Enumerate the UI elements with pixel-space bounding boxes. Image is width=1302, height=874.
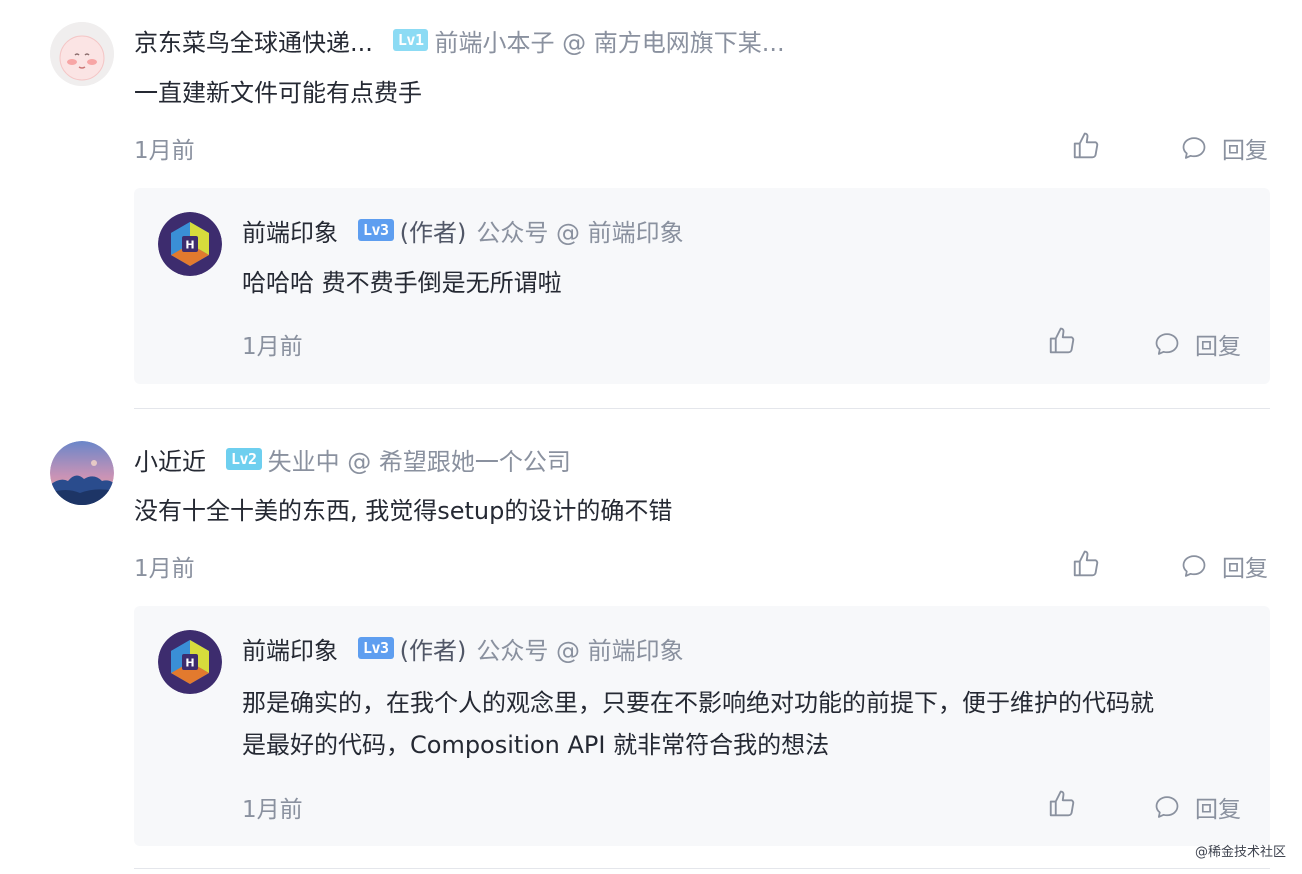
watermark: @稀金技术社区: [1194, 845, 1286, 860]
reply-label: 回复: [1195, 797, 1241, 823]
username[interactable]: 前端印象: [242, 631, 338, 666]
comment-bubble-icon: [1155, 796, 1179, 818]
hexagon-logo-icon: H: [158, 212, 222, 276]
thumbs-up-icon: [1073, 550, 1099, 577]
reply-time: 1月前: [242, 797, 303, 823]
comment-bubble-icon: [1182, 555, 1206, 577]
username[interactable]: 前端印象: [242, 213, 338, 248]
avatar[interactable]: [50, 22, 114, 86]
user-job-title: 公众号 @ 前端印象: [476, 636, 684, 665]
comment-divider: [134, 868, 1270, 869]
reply-content: 哈哈哈 费不费手倒是无所谓啦: [242, 269, 562, 297]
comment-content: 一直建新文件可能有点费手: [134, 79, 422, 107]
thumbs-up-icon: [1073, 132, 1099, 159]
like-button[interactable]: [1047, 326, 1077, 356]
thumbs-up-icon: [1049, 327, 1075, 354]
reply-item: H 前端印象 Lv3 (作者) 公众号 @ 前端印象 哈哈哈 费不费手倒是无所谓…: [134, 188, 1270, 384]
svg-text:H: H: [185, 239, 194, 252]
reply-content-line: 那是确实的，在我个人的观念里，只要在不影响绝对功能的前提下，便于维护的代码就: [242, 689, 1154, 717]
svg-text:H: H: [185, 657, 194, 670]
reply-item: H 前端印象 Lv3 (作者) 公众号 @ 前端印象 那是确实的，在我个人的观念…: [134, 606, 1270, 846]
comment-item: 小近近 Lv2 失业中 @ 希望跟她一个公司 没有十全十美的东西, 我觉得set…: [0, 418, 1302, 858]
reply-header: 前端印象 Lv3 (作者) 公众号 @ 前端印象: [242, 631, 684, 666]
reply-button[interactable]: 回复: [1180, 131, 1268, 165]
thumbs-up-icon: [1049, 790, 1075, 817]
sunset-landscape-avatar-icon: [50, 441, 114, 505]
reply-header: 前端印象 Lv3 (作者) 公众号 @ 前端印象: [242, 213, 684, 248]
reply-button[interactable]: 回复: [1153, 327, 1241, 361]
username[interactable]: 小近近: [134, 442, 206, 477]
user-job-title: 公众号 @ 前端印象: [476, 218, 684, 247]
avatar[interactable]: [50, 441, 114, 505]
reply-label: 回复: [1222, 556, 1268, 582]
reply-label: 回复: [1195, 334, 1241, 360]
comment-bubble-icon: [1182, 137, 1206, 159]
comment-content: 没有十全十美的东西, 我觉得setup的设计的确不错: [134, 497, 673, 525]
user-job-title: 失业中 @ 希望跟她一个公司: [267, 447, 571, 476]
comment-time: 1月前: [134, 556, 195, 582]
author-avatar[interactable]: H: [158, 212, 222, 276]
comment-header: 京东菜鸟全球通快递... Lv1 前端小本子 @ 南方电网旗下某...: [134, 23, 785, 58]
like-button[interactable]: [1071, 549, 1101, 579]
author-avatar[interactable]: H: [158, 630, 222, 694]
username[interactable]: 京东菜鸟全球通快递...: [134, 23, 373, 58]
user-job-title: 前端小本子 @ 南方电网旗下某...: [434, 28, 785, 57]
like-button[interactable]: [1071, 131, 1101, 161]
comment-item: 京东菜鸟全球通快递... Lv1 前端小本子 @ 南方电网旗下某... 一直建新…: [0, 0, 1302, 400]
like-button[interactable]: [1047, 789, 1077, 819]
author-tag: (作者): [399, 218, 467, 247]
level-badge: Lv3: [358, 637, 394, 659]
comment-time: 1月前: [134, 138, 195, 164]
reply-button[interactable]: 回复: [1153, 790, 1241, 824]
comment-divider: [134, 408, 1270, 409]
reply-label: 回复: [1222, 138, 1268, 164]
author-tag: (作者): [399, 636, 467, 665]
reply-content-line: 是最好的代码，Composition API 就非常符合我的想法: [242, 731, 830, 759]
reply-button[interactable]: 回复: [1180, 549, 1268, 583]
level-badge: Lv2: [226, 448, 262, 470]
pink-face-avatar-icon: [50, 22, 114, 86]
level-badge: Lv3: [358, 219, 394, 241]
level-badge: Lv1: [392, 29, 429, 51]
comment-header: 小近近 Lv2 失业中 @ 希望跟她一个公司: [134, 442, 571, 477]
reply-time: 1月前: [242, 334, 303, 360]
hexagon-logo-icon: H: [158, 630, 222, 694]
comment-bubble-icon: [1155, 333, 1179, 355]
